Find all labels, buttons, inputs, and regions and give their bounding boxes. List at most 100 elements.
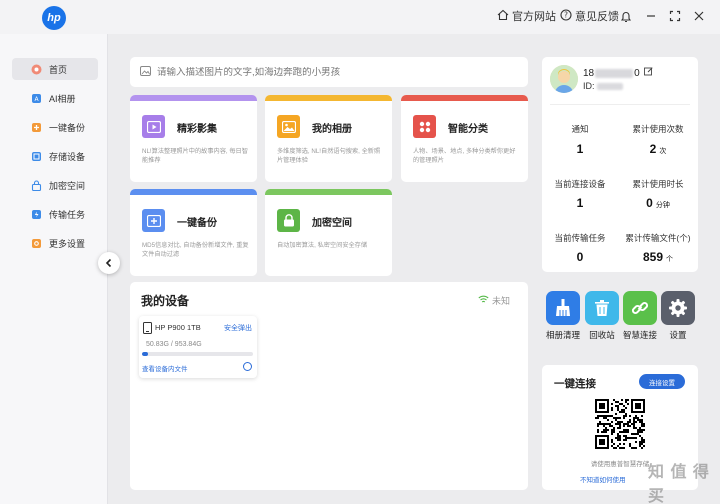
feedback-link[interactable]: ? 意见反馈	[560, 8, 619, 24]
broom-icon	[546, 291, 580, 325]
watermark: 知 值 得 买	[648, 464, 710, 504]
encrypted-space-icon	[30, 179, 42, 191]
stat-label: 当前连接设备	[554, 179, 606, 189]
sidebar-item-backup[interactable]: 一键备份	[12, 116, 98, 138]
minimize-icon[interactable]	[643, 8, 659, 24]
connect-settings-button[interactable]: 连接设置	[639, 374, 685, 389]
sidebar-item-storage[interactable]: 存储设备	[12, 145, 98, 167]
sidebar-item-home[interactable]: 首页	[12, 58, 98, 80]
backup-icon	[30, 121, 42, 133]
collapse-sidebar-button[interactable]	[98, 252, 120, 274]
user-id: ID:	[583, 81, 624, 91]
image-search-icon	[140, 63, 151, 81]
stat-value: 2次	[649, 142, 667, 156]
device-usage-fill	[142, 352, 148, 356]
trash-icon	[585, 291, 619, 325]
my-devices-panel: 我的设备 未知 HP P900 1TB 安全弹出 50.83G / 953.84…	[130, 282, 528, 490]
search-input[interactable]	[157, 66, 517, 78]
wifi-icon	[478, 295, 489, 306]
card-accent-bar	[401, 95, 528, 101]
feedback-label: 意见反馈	[575, 11, 619, 23]
qr-code	[595, 399, 645, 449]
device-card[interactable]: HP P900 1TB 安全弹出 50.83G / 953.84G 查看设备内文…	[139, 316, 257, 378]
close-icon[interactable]	[691, 8, 707, 24]
card-title: 加密空间	[312, 218, 352, 229]
transfer-icon	[30, 208, 42, 220]
stat-label: 累计使用时长	[632, 179, 684, 189]
card-desc: MD5信息对比, 自动备份新增文件, 重复文件自动过滤	[142, 242, 249, 258]
card-desc: 自动加密算法, 私密空间安全存储	[277, 242, 368, 249]
help-icon: ?	[560, 8, 572, 24]
card-highlights[interactable]: 精彩影集 NL!算法整理照片中的故事内容, 每日智能推荐	[130, 95, 257, 182]
link-icon	[623, 291, 657, 325]
masked-text	[597, 83, 624, 91]
gear-icon	[661, 291, 695, 325]
sidebar-item-more-settings[interactable]: 更多设置	[12, 232, 98, 254]
svg-text:?: ?	[564, 10, 568, 19]
devices-title: 我的设备	[141, 294, 190, 308]
card-smart-classify[interactable]: 智能分类 人物、场景、地点, 多种分类帮你更好的管理照片	[401, 95, 528, 182]
card-title: 我的相册	[312, 124, 352, 135]
lock-icon	[277, 209, 300, 232]
stat-value: 0	[576, 250, 584, 264]
search-bar[interactable]	[130, 57, 528, 87]
official-website-label: 官方网站	[512, 11, 556, 23]
sidebar-item-encrypted[interactable]: 加密空间	[12, 174, 98, 196]
card-desc: 多维度筛选, NL!自然语句搜索, 全新照片管理体验	[277, 148, 381, 164]
official-website-link[interactable]: 官方网站	[497, 8, 556, 24]
user-stats-panel: 18 0 ID: 通知 1 累计使用次数 2次 当前连接设备 1 累计使用时长 …	[542, 57, 698, 272]
video-album-icon	[142, 115, 165, 138]
card-title: 精彩影集	[177, 124, 217, 135]
storage-icon	[30, 150, 42, 162]
backup-icon	[142, 209, 165, 232]
stat-value: 1	[576, 196, 584, 210]
sidebar-item-transfer[interactable]: 传输任务	[12, 203, 98, 225]
how-to-use-link[interactable]: 不知道如何使用	[580, 474, 626, 484]
settings-icon	[30, 237, 42, 249]
stat-value: 0 分钟	[646, 196, 670, 210]
stat-label: 累计传输文件(个)	[625, 233, 691, 243]
hp-logo: hp	[42, 6, 66, 30]
stat-value: 859 个	[642, 250, 674, 264]
sidebar-item-ai-album[interactable]: A AI相册	[12, 87, 98, 109]
photo-album-icon	[277, 115, 300, 138]
view-device-files-link[interactable]: 查看设备内文件	[142, 363, 188, 373]
title-bar: hp 官方网站 ? 意见反馈	[0, 0, 720, 34]
connection-status: 未知	[478, 294, 510, 307]
sidebar: 首页 A AI相册 一键备份 存储设备 加密空间 传输任务 更多设置	[0, 34, 108, 504]
settings-button[interactable]: 设置	[661, 291, 695, 341]
drive-icon	[143, 321, 152, 339]
card-one-key-backup[interactable]: 一键备份 MD5信息对比, 自动备份新增文件, 重复文件自动过滤	[130, 189, 257, 276]
card-accent-bar	[130, 95, 257, 101]
card-title: 一键备份	[177, 218, 217, 229]
masked-text	[595, 68, 634, 78]
stat-label: 当前传输任务	[554, 233, 606, 243]
classify-grid-icon	[413, 115, 436, 138]
home-icon	[30, 63, 42, 75]
card-accent-bar	[265, 189, 392, 195]
locate-icon[interactable]	[243, 362, 252, 371]
device-usage: 50.83G / 953.84G	[146, 341, 202, 348]
avatar[interactable]	[550, 65, 578, 93]
bell-icon[interactable]	[618, 8, 634, 24]
stat-label: 累计使用次数	[632, 124, 684, 134]
maximize-icon[interactable]	[667, 8, 683, 24]
edit-icon[interactable]	[643, 67, 653, 79]
recycle-bin-button[interactable]: 回收站	[585, 291, 619, 341]
one-key-connect-title: 一键连接	[554, 378, 596, 390]
ai-album-icon: A	[30, 92, 42, 104]
card-my-album[interactable]: 我的相册 多维度筛选, NL!自然语句搜索, 全新照片管理体验	[265, 95, 392, 182]
card-accent-bar	[265, 95, 392, 101]
card-accent-bar	[130, 189, 257, 195]
album-cleanup-button[interactable]: 相册清理	[546, 291, 580, 341]
device-name: HP P900 1TB	[155, 323, 201, 332]
device-usage-bar	[142, 352, 253, 356]
chevron-left-icon	[105, 258, 112, 268]
smart-connect-button[interactable]: 智慧连接	[623, 291, 657, 341]
divider	[550, 104, 690, 105]
safe-eject-button[interactable]: 安全弹出	[224, 323, 252, 333]
card-encrypted-space[interactable]: 加密空间 自动加密算法, 私密空间安全存储	[265, 189, 392, 276]
stat-value: 1	[576, 142, 584, 156]
card-title: 智能分类	[448, 124, 488, 135]
stat-label: 通知	[571, 124, 589, 134]
